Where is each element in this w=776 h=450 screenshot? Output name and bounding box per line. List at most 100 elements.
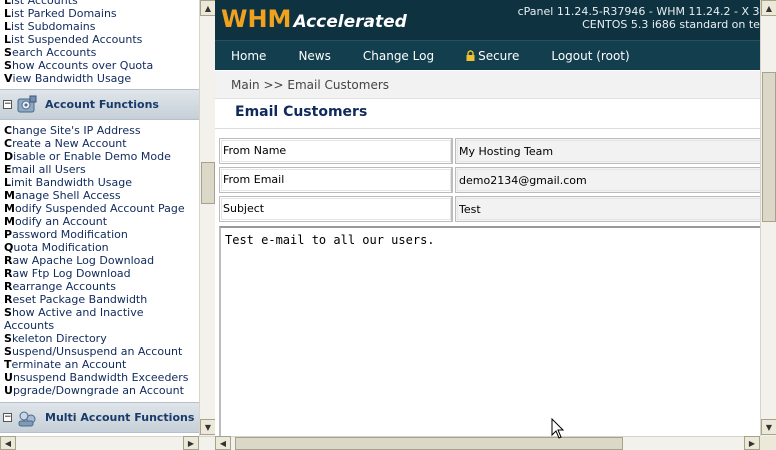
from-name-input[interactable] — [455, 138, 776, 164]
scrollbar-corner — [760, 436, 776, 450]
sidebar-link[interactable]: List Accounts — [4, 0, 199, 7]
sidebar-link[interactable]: Show Accounts over Quota — [4, 59, 199, 72]
sidebar-link-label: Accounts — [4, 319, 55, 332]
scroll-right-icon[interactable]: ▶ — [183, 436, 199, 450]
form-row-from-email: From Email — [219, 167, 776, 193]
scroll-up-icon[interactable]: ▲ — [761, 0, 776, 16]
sidebar-link[interactable]: Raw Ftp Log Download — [4, 267, 199, 280]
message-textarea[interactable]: Test e-mail to all our users. — [219, 226, 776, 436]
page-title: Email Customers — [215, 99, 776, 129]
sidebar-link-label: how Accounts over Quota — [11, 59, 154, 72]
section-title: Account Functions — [45, 98, 159, 111]
sidebar-link[interactable]: Modify an Account — [4, 215, 199, 228]
from-email-label: From Email — [219, 167, 453, 193]
sidebar-link[interactable]: Skeleton Directory — [4, 332, 199, 345]
sidebar-link-label: aw Ftp Log Download — [12, 267, 131, 280]
sidebar-link-initial: L — [4, 0, 12, 7]
sidebar-link[interactable]: Quota Modification — [4, 241, 199, 254]
sidebar-link[interactable]: List Parked Domains — [4, 7, 199, 20]
sidebar-link-initial: C — [4, 137, 13, 150]
sidebar-link-initial: S — [4, 332, 12, 345]
section-account-functions[interactable]: − Account Functions — [0, 89, 199, 120]
sidebar-link-initial: M — [4, 189, 15, 202]
sidebar-link[interactable]: Disable or Enable Demo Mode — [4, 150, 199, 163]
sidebar-link[interactable]: Raw Apache Log Download — [4, 254, 199, 267]
sidebar-link[interactable]: Create a New Account — [4, 137, 199, 150]
nav-news[interactable]: News — [282, 41, 346, 71]
sidebar-link[interactable]: Rearrange Accounts — [4, 280, 199, 293]
scroll-right-icon[interactable]: ▶ — [744, 436, 760, 450]
scroll-up-icon[interactable]: ▲ — [200, 0, 216, 16]
header-banner: WHM Accelerated cPanel 11.24.5-R37946 - W… — [215, 0, 776, 40]
from-email-input[interactable] — [455, 167, 776, 193]
sidebar-link[interactable]: Limit Bandwidth Usage — [4, 176, 199, 189]
scroll-down-icon[interactable]: ▼ — [761, 419, 776, 435]
sidebar-link-initial: S — [4, 306, 12, 319]
sidebar-link-label: reate a New Account — [12, 137, 127, 150]
nav-home[interactable]: Home — [215, 41, 282, 71]
breadcrumb: Main >> Email Customers — [215, 71, 776, 99]
subject-input[interactable] — [455, 196, 776, 222]
sidebar-link-initial: P — [4, 228, 13, 241]
scroll-down-icon[interactable]: ▼ — [200, 419, 216, 435]
collapse-icon[interactable]: − — [3, 100, 12, 109]
sidebar-link-initial: M — [4, 215, 15, 228]
sidebar-link[interactable]: Upgrade/Downgrade an Account — [4, 384, 199, 397]
sidebar-link-label: how Active and Inactive — [11, 306, 144, 319]
sidebar-link-initial: E — [4, 163, 12, 176]
sidebar-account-info-links: List Accounts List Parked Domains List Sub… — [0, 0, 199, 85]
sidebar-link[interactable]: Manage Shell Access — [4, 189, 199, 202]
nav-logout[interactable]: Logout (root) — [535, 41, 645, 71]
sidebar-link[interactable]: Accounts — [4, 319, 199, 332]
sidebar-link-label: ist Suspended Accounts — [11, 33, 143, 46]
multi-account-functions-icon — [18, 411, 36, 427]
nav-secure[interactable]: Secure — [450, 41, 535, 71]
sidebar-link-initial: Q — [4, 241, 14, 254]
sidebar-link[interactable]: Email all Users — [4, 163, 199, 176]
scroll-left-icon[interactable]: ◀ — [0, 436, 16, 450]
sidebar-link[interactable]: Search Accounts — [4, 46, 199, 59]
sidebar-link-initial: D — [4, 150, 14, 163]
sidebar-link[interactable]: Modify Suspended Account Page — [4, 202, 199, 215]
scrollbar-thumb[interactable] — [762, 72, 776, 222]
main-horizontal-scrollbar[interactable]: ◀ ▶ — [215, 436, 776, 450]
server-info: cPanel 11.24.5-R37946 - WHM 11.24.2 - X … — [518, 5, 770, 31]
section-title: Multi Account Functions — [45, 411, 195, 424]
sidebar-link[interactable]: List Subdomains — [4, 20, 199, 33]
sidebar-link-label: ist Accounts — [11, 0, 78, 7]
sidebar-link[interactable]: Unsuspend Bandwidth Exceeders — [4, 371, 199, 384]
nav-change-log[interactable]: Change Log — [347, 41, 450, 71]
sidebar-link-initial: L — [4, 20, 12, 33]
sidebar-link[interactable]: View Bandwidth Usage — [4, 72, 199, 85]
scrollbar-thumb[interactable] — [201, 162, 215, 204]
sidebar-link[interactable]: Password Modification — [4, 228, 199, 241]
sidebar-link[interactable]: List Suspended Accounts — [4, 33, 199, 46]
sidebar-frame: List Accounts List Parked Domains List Sub… — [0, 0, 199, 436]
sidebar-link-initial: U — [4, 371, 13, 384]
sidebar-link-initial: L — [4, 176, 12, 189]
section-multi-account-functions[interactable]: − Multi Account Functions — [0, 402, 199, 433]
sidebar-link-label: ist Parked Domains — [11, 7, 117, 20]
sidebar-link-initial: S — [4, 59, 12, 72]
main-vertical-scrollbar[interactable]: ▲ ▼ — [760, 0, 776, 436]
sidebar-link-label: hange Site's IP Address — [12, 124, 141, 137]
sidebar-vertical-scrollbar[interactable]: ▲ ▼ — [199, 0, 216, 436]
sidebar-link[interactable]: Change Site's IP Address — [4, 124, 199, 137]
sidebar-account-function-links: Change Site's IP Address Create a New Acc… — [0, 124, 199, 397]
sidebar-link[interactable]: Terminate an Account — [4, 358, 199, 371]
scroll-left-icon[interactable]: ◀ — [215, 436, 231, 450]
sidebar-link-label: uspend/Unsuspend an Account — [11, 345, 183, 358]
sidebar-link-label: pgrade/Downgrade an Account — [12, 384, 184, 397]
sidebar-horizontal-scrollbar[interactable]: ◀ ▶ — [0, 436, 215, 450]
sidebar-link[interactable]: Show Active and Inactive — [4, 306, 199, 319]
sidebar-link-label: ist Subdomains — [11, 20, 96, 33]
server-os: CENTOS 5.3 i686 standard on test — [582, 18, 770, 31]
sidebar-link-label: erminate an Account — [11, 358, 127, 371]
collapse-icon[interactable]: − — [3, 413, 12, 422]
sidebar-link-label: keleton Directory — [11, 332, 107, 345]
sidebar-link[interactable]: Reset Package Bandwidth — [4, 293, 199, 306]
sidebar-link-label: odify Suspended Account Page — [14, 202, 185, 215]
sidebar-link-initial: L — [4, 7, 12, 20]
sidebar-link[interactable]: Suspend/Unsuspend an Account — [4, 345, 199, 358]
from-name-label: From Name — [219, 138, 453, 164]
